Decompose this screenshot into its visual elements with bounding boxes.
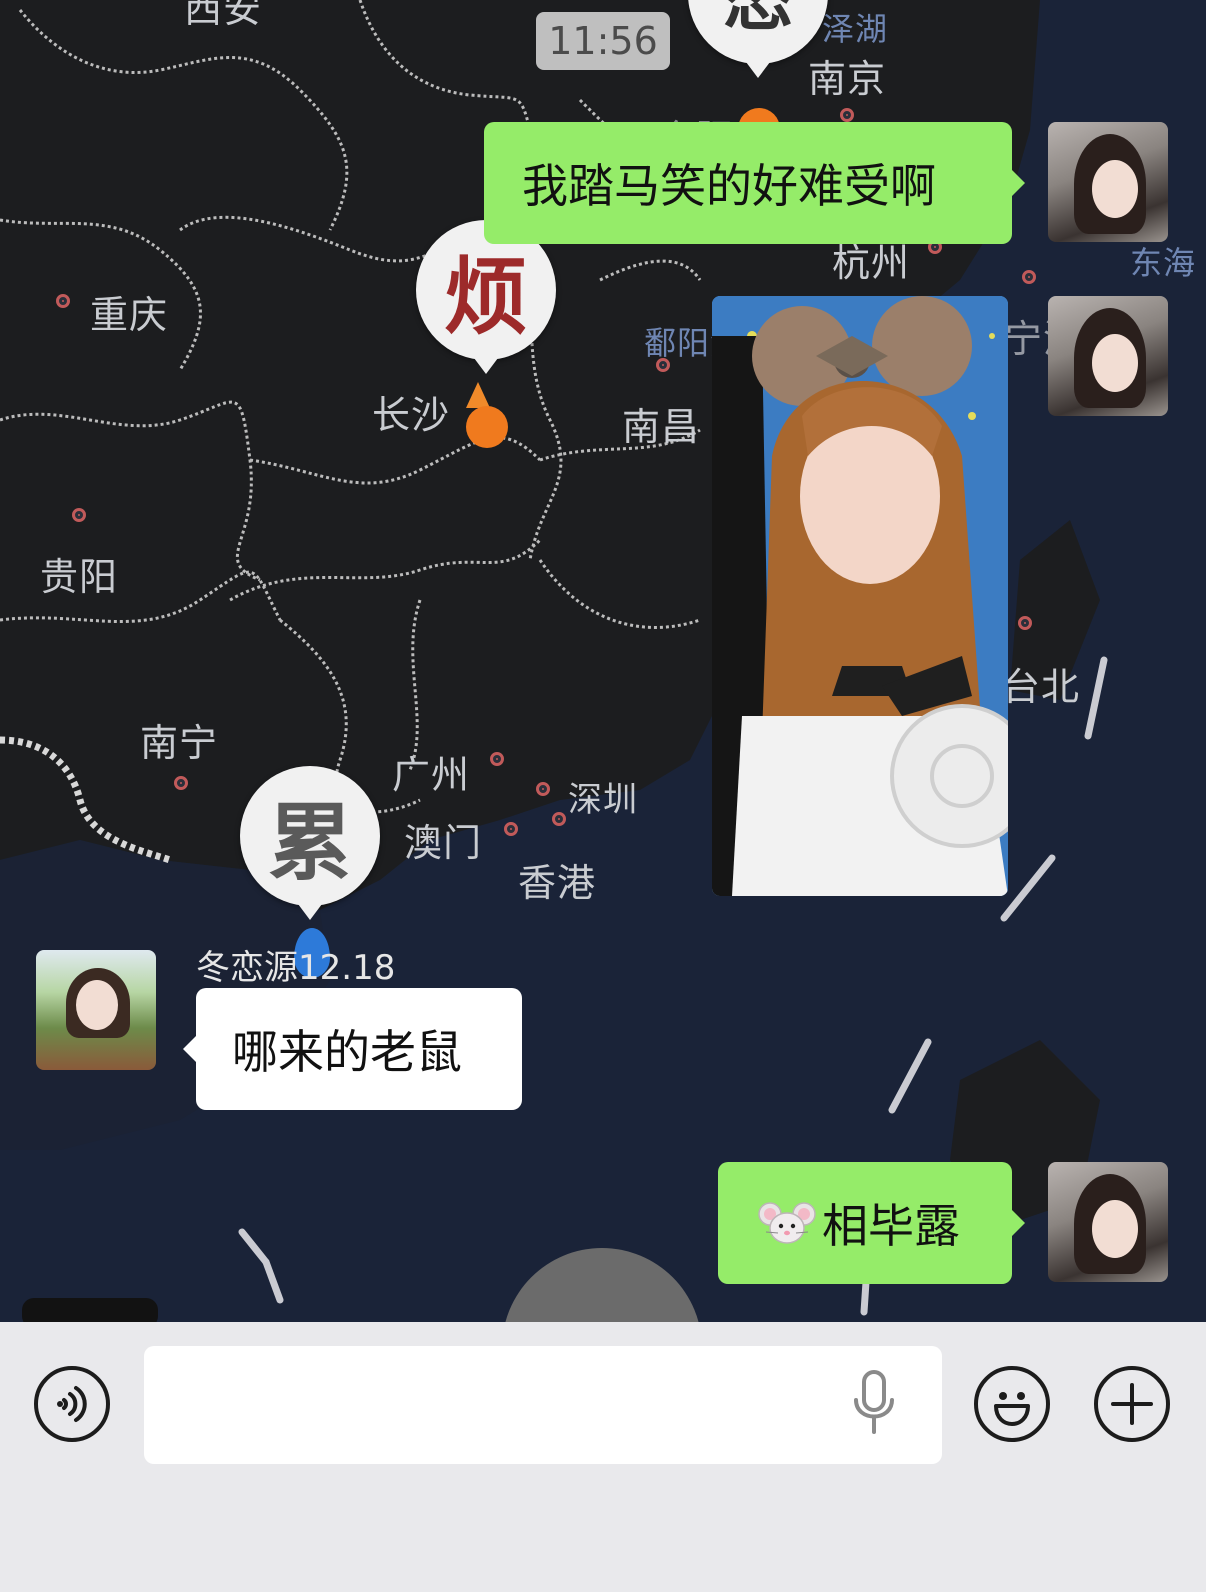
mood-marker-lei[interactable]: 累 [240, 766, 380, 920]
city-dot-nanjing [840, 108, 854, 122]
mouse-face-icon [758, 1202, 816, 1244]
marker-char: 怂 [723, 0, 793, 45]
emoji-button[interactable] [974, 1366, 1050, 1442]
more-options-plus-button[interactable] [1094, 1366, 1170, 1442]
city-dot-nanchang [656, 358, 670, 372]
plus-icon [1111, 1383, 1153, 1425]
city-label-nanning: 南宁 [140, 721, 219, 765]
city-label-aomen: 澳门 [404, 821, 483, 865]
avatar-face [76, 980, 118, 1030]
microphone-icon-svg [854, 1370, 894, 1434]
city-label-chongqing: 重庆 [90, 293, 169, 337]
city-dot-xianggang [552, 812, 566, 826]
city-label-nanchang: 南昌 [622, 405, 701, 449]
city-label-shenzhen: 深圳 [568, 780, 638, 820]
city-label-taihu: 泽湖 [822, 10, 889, 48]
self-avatar[interactable] [1048, 122, 1168, 242]
city-dot-guiyang [72, 508, 86, 522]
chat-input-bar [0, 1322, 1206, 1592]
city-dot-chongqing [56, 294, 70, 308]
message-text: 相毕露 [822, 1199, 960, 1253]
changsha-orange-pin [466, 406, 508, 448]
voice-icon [57, 1386, 87, 1422]
marker-char: 烦 [443, 246, 528, 346]
message-text: 哪来的老鼠 [232, 1025, 462, 1079]
message-text: 我踏马笑的好难受啊 [522, 159, 936, 213]
voice-input-toggle-button[interactable] [34, 1366, 110, 1442]
sender-name: 冬恋源12.18 [196, 948, 396, 988]
message-timestamp: 11:56 [536, 12, 670, 70]
avatar-face [1092, 160, 1138, 218]
contact-message-bubble[interactable]: 哪来的老鼠 [183, 988, 522, 1110]
self-avatar[interactable] [1048, 1162, 1168, 1282]
city-label-guiyang: 贵阳 [40, 555, 119, 599]
city-dot-ningbo [1022, 270, 1036, 284]
city-label-nanjing: 南京 [808, 57, 887, 101]
self-message-bubble[interactable]: 相毕露 [718, 1162, 1025, 1284]
self-avatar[interactable] [1048, 296, 1168, 416]
self-photo-message[interactable] [712, 296, 1008, 896]
city-dot-guangzhou [490, 752, 504, 766]
photo-content [712, 296, 1008, 896]
city-dot-nanning [174, 776, 188, 790]
changsha-location-pin [466, 382, 490, 408]
microphone-icon[interactable] [852, 1366, 896, 1440]
city-label-xianggang: 香港 [518, 861, 597, 905]
chat-area[interactable]: 西安 泽湖 南京 合肥 杭州 东海 重庆 鄱阳湖 宁波 长沙 南昌 贵阳 台北 … [0, 0, 1206, 1322]
city-dot-aomen [504, 822, 518, 836]
smiley-icon [994, 1392, 1030, 1426]
mouse-face-emoji [758, 1200, 816, 1246]
city-label-changsha: 长沙 [372, 393, 451, 437]
city-label-taibei: 台北 [1002, 665, 1081, 709]
city-label-xian: 西安 [184, 0, 263, 31]
city-label-donghai: 东海 [1130, 244, 1197, 282]
message-text-input[interactable] [144, 1346, 942, 1464]
city-dot-taibei [1018, 616, 1032, 630]
avatar-face [1092, 334, 1138, 392]
contact-avatar[interactable] [36, 950, 156, 1070]
avatar-face [1092, 1200, 1138, 1258]
city-dot-shenzhen [536, 782, 550, 796]
marker-char: 累 [267, 792, 352, 892]
self-message-bubble[interactable]: 我踏马笑的好难受啊 [484, 122, 1025, 244]
city-label-guangzhou: 广州 [392, 753, 471, 797]
